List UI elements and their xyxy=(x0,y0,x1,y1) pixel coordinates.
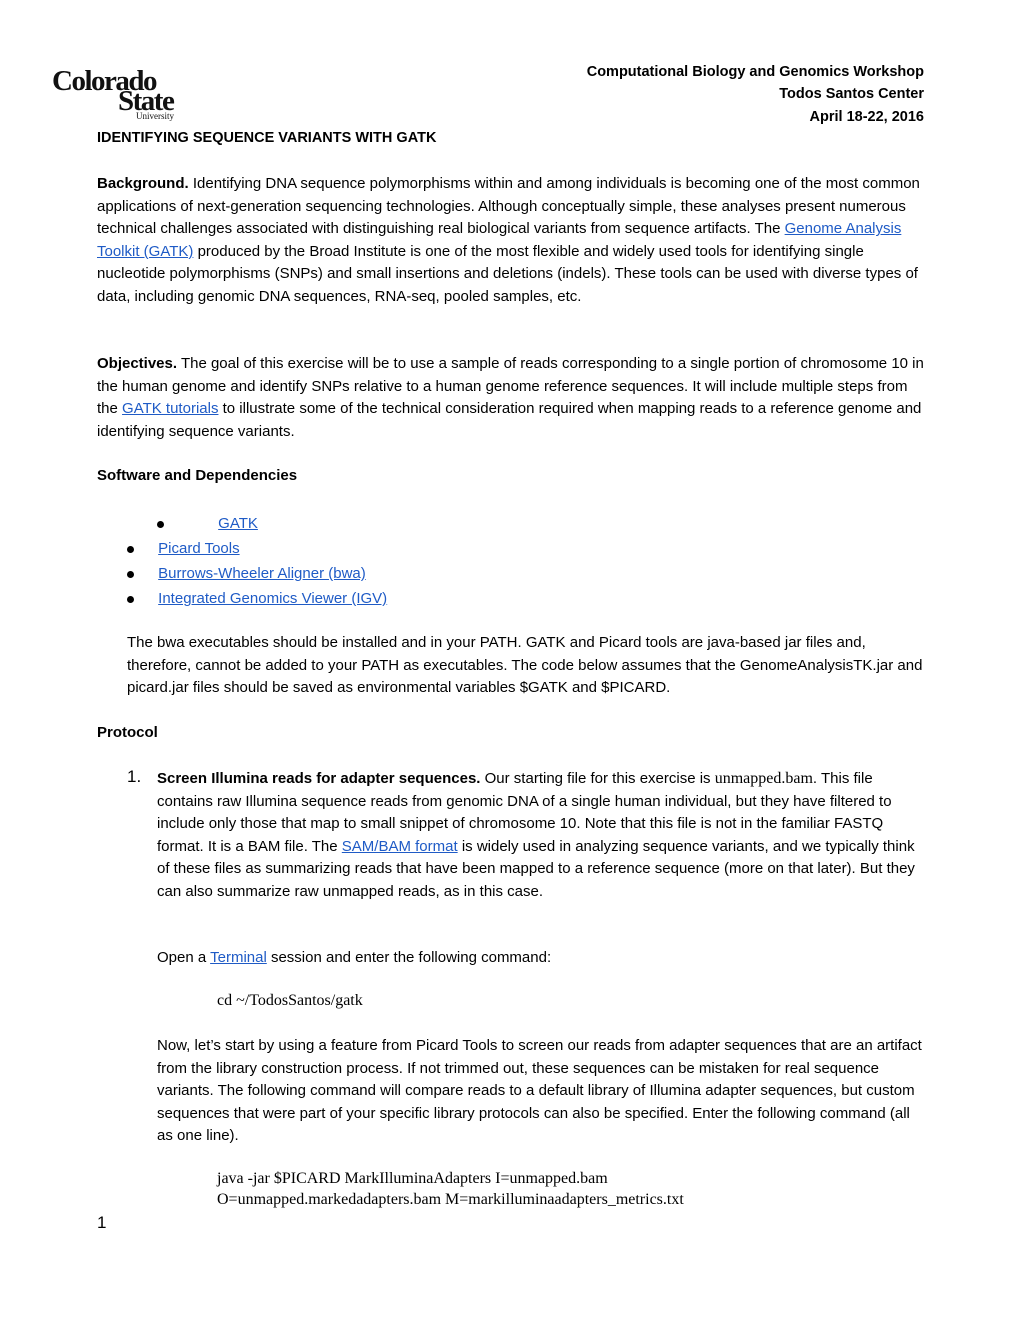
logo-line3: University xyxy=(136,111,174,121)
terminal-instruction: Open a Terminal session and enter the fo… xyxy=(157,947,927,970)
software-list-item: Picard Tools xyxy=(127,536,240,561)
step1-heading: Screen Illumina reads for adapter sequen… xyxy=(157,770,481,787)
gatk-tutorials-link[interactable]: GATK tutorials xyxy=(122,400,218,417)
background-text-2: produced by the Broad Institute is one o… xyxy=(97,242,918,305)
bullet-icon xyxy=(127,570,134,578)
background-paragraph: Background. Identifying DNA sequence pol… xyxy=(97,173,927,309)
header-line1: Computational Biology and Genomics Works… xyxy=(586,64,924,80)
command-cd: cd ~/TodosSantos/gatk xyxy=(217,992,363,1009)
protocol-heading: Protocol xyxy=(97,724,158,741)
gatk-software-link[interactable]: GATK xyxy=(218,515,258,532)
step-number: 1. xyxy=(127,767,142,786)
terminal-text-2: session and enter the following command: xyxy=(266,949,552,966)
bullet-icon xyxy=(157,520,164,528)
document-title: IDENTIFYING SEQUENCE VARIANTS WITH GATK xyxy=(97,130,437,146)
background-heading: Background. xyxy=(97,175,189,192)
sam-bam-format-link[interactable]: SAM/BAM format xyxy=(342,838,458,855)
igv-link[interactable]: Integrated Genomics Viewer (IGV) xyxy=(158,590,387,607)
bullet-icon xyxy=(127,595,134,603)
terminal-text: Open a xyxy=(157,949,211,966)
software-note: The bwa executables should be installed … xyxy=(127,634,923,697)
page-number: 1 xyxy=(97,1213,107,1232)
picard-tools-link[interactable]: Picard Tools xyxy=(158,540,239,557)
software-list-item: Integrated Genomics Viewer (IGV) xyxy=(127,586,387,611)
software-heading: Software and Dependencies xyxy=(97,467,298,484)
objectives-text-2: to illustrate some of the technical cons… xyxy=(97,400,922,440)
objectives-heading: Objectives. xyxy=(97,355,178,372)
software-list-item: Burrows-Wheeler Aligner (bwa) xyxy=(127,561,366,586)
objectives-paragraph: Objectives. The goal of this exercise wi… xyxy=(97,353,927,443)
bullet-icon xyxy=(127,545,134,553)
document-page: Colorado State University Computational … xyxy=(0,0,1020,1320)
bwa-link[interactable]: Burrows-Wheeler Aligner (bwa) xyxy=(158,565,366,582)
command-picard-line1: java -jar $PICARD MarkIlluminaAdapters I… xyxy=(217,1170,608,1187)
step1-text: Our starting file for this exercise is xyxy=(480,770,715,787)
step1-paragraph: Screen Illumina reads for adapter sequen… xyxy=(157,768,927,904)
picard-paragraph: Now, let’s start by using a feature from… xyxy=(157,1037,922,1145)
terminal-link[interactable]: Terminal xyxy=(210,949,267,966)
software-list-item: GATK xyxy=(157,511,258,536)
header-line3: April 18-22, 2016 xyxy=(809,109,924,125)
csu-logo: Colorado State University xyxy=(52,66,182,122)
unmapped-bam-filename: unmapped.bam xyxy=(714,770,813,787)
command-picard-line2: O=unmapped.markedadapters.bam M=markillu… xyxy=(217,1191,684,1208)
header-line2: Todos Santos Center xyxy=(779,86,924,102)
